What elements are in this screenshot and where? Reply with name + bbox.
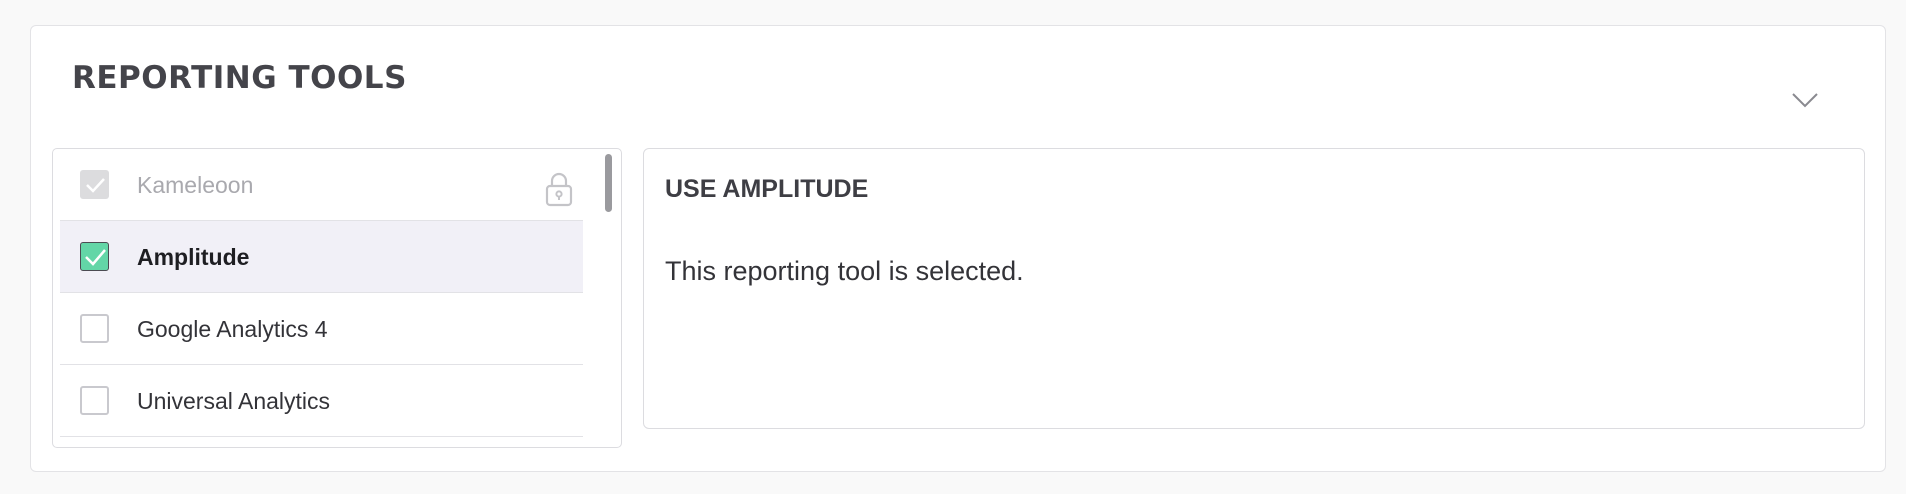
list-item-kameleoon[interactable]: Kameleoon [60, 149, 583, 221]
tool-detail-card: USE AMPLITUDE This reporting tool is sel… [643, 148, 1865, 429]
list-item-label: Kameleoon [137, 172, 254, 198]
detail-title: USE AMPLITUDE [665, 175, 869, 203]
list-scrollbar[interactable] [605, 154, 612, 212]
check-icon [85, 249, 106, 266]
google-analytics-4-checkbox[interactable] [80, 314, 109, 343]
kameleoon-checkbox[interactable] [80, 170, 109, 199]
reporting-tools-list: Kameleoon Amplitude Google Analytics 4 U… [52, 148, 622, 448]
section-title: REPORTING TOOLS [72, 60, 407, 96]
list-item-label: Google Analytics 4 [137, 316, 328, 342]
lock-icon [545, 171, 573, 207]
list-item-label: Amplitude [137, 244, 250, 270]
amplitude-checkbox[interactable] [80, 242, 109, 271]
check-icon [86, 178, 105, 193]
list-item-amplitude[interactable]: Amplitude [60, 221, 583, 293]
detail-description: This reporting tool is selected. [665, 256, 1024, 286]
list-item-google-analytics-4[interactable]: Google Analytics 4 [60, 293, 583, 365]
reporting-tools-panel: REPORTING TOOLS Kameleoon Amplitude Goog… [30, 25, 1886, 472]
chevron-down-icon[interactable] [1787, 84, 1823, 120]
universal-analytics-checkbox[interactable] [80, 386, 109, 415]
list-item-universal-analytics[interactable]: Universal Analytics [60, 365, 583, 437]
list-item-label: Universal Analytics [137, 388, 331, 414]
